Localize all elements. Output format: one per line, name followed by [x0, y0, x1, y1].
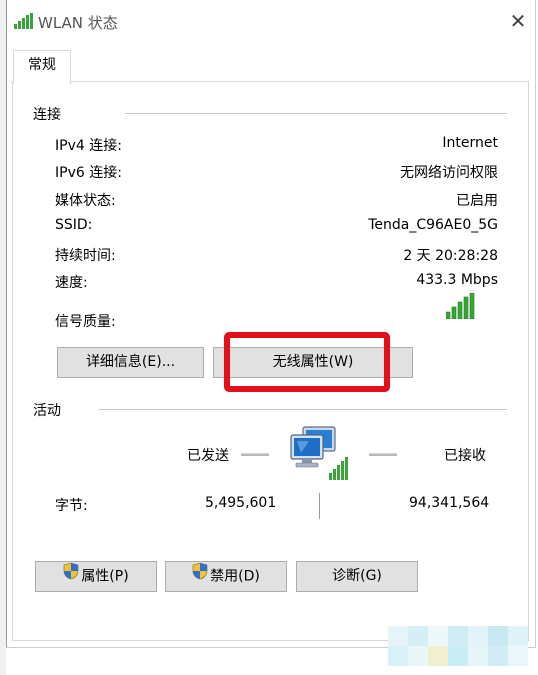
tab-panel-general: 连接 IPv4 连接: Internet IPv6 连接: 无网络访问权限 媒体… [12, 81, 529, 641]
window-title: WLAN 状态 [38, 14, 118, 32]
uac-shield-icon [192, 562, 208, 591]
ssid-value: Tenda_C96AE0_5G [368, 217, 498, 233]
activity-group-title: 活动 [33, 403, 61, 419]
disable-button-label: 禁用(D) [210, 568, 260, 585]
ipv6-value: 无网络访问权限 [400, 165, 498, 181]
ipv4-value: Internet [442, 135, 498, 151]
media-state-value: 已启用 [456, 193, 498, 209]
tab-bar: 常规 [7, 42, 535, 84]
details-button[interactable]: 详细信息(E)... [57, 347, 204, 378]
duration-label: 持续时间: [55, 248, 116, 264]
signal-bars-icon [445, 292, 476, 323]
bytes-separator [319, 493, 320, 519]
close-button[interactable]: ✕ [505, 8, 531, 34]
diagnose-button[interactable]: 诊断(G) [296, 561, 418, 592]
network-computers-icon [289, 425, 351, 485]
activity-divider [99, 409, 507, 410]
title-bar[interactable]: WLAN 状态 ✕ [7, 0, 535, 42]
properties-button[interactable]: 属性(P) [35, 561, 157, 592]
wlan-status-dialog: WLAN 状态 ✕ 常规 连接 IPv4 连接: Internet IPv6 连… [6, 0, 536, 648]
sent-label: 已发送 [187, 448, 229, 464]
bytes-sent-value: 5,495,601 [205, 495, 277, 511]
red-highlight-box [224, 332, 390, 392]
signal-quality-label: 信号质量: [55, 314, 116, 330]
speed-value: 433.3 Mbps [416, 272, 498, 288]
speed-label: 速度: [55, 275, 88, 291]
duration-value: 2 天 20:28:28 [403, 248, 498, 264]
connection-divider [125, 113, 507, 114]
ipv6-label: IPv6 连接: [55, 165, 122, 181]
ssid-label: SSID: [55, 217, 93, 233]
bytes-label: 字节: [55, 498, 88, 514]
uac-shield-icon [63, 562, 79, 591]
received-label: 已接收 [444, 448, 486, 464]
sent-line [241, 453, 269, 456]
wifi-signal-icon [14, 13, 34, 33]
media-state-label: 媒体状态: [55, 193, 116, 209]
tab-general[interactable]: 常规 [13, 50, 71, 84]
bytes-received-value: 94,341,564 [409, 495, 490, 511]
background-mosaic [388, 626, 528, 672]
connection-group-title: 连接 [33, 107, 61, 123]
properties-button-label: 属性(P) [81, 568, 129, 585]
ipv4-label: IPv4 连接: [55, 138, 122, 154]
received-line [369, 453, 397, 456]
disable-button[interactable]: 禁用(D) [165, 561, 287, 592]
